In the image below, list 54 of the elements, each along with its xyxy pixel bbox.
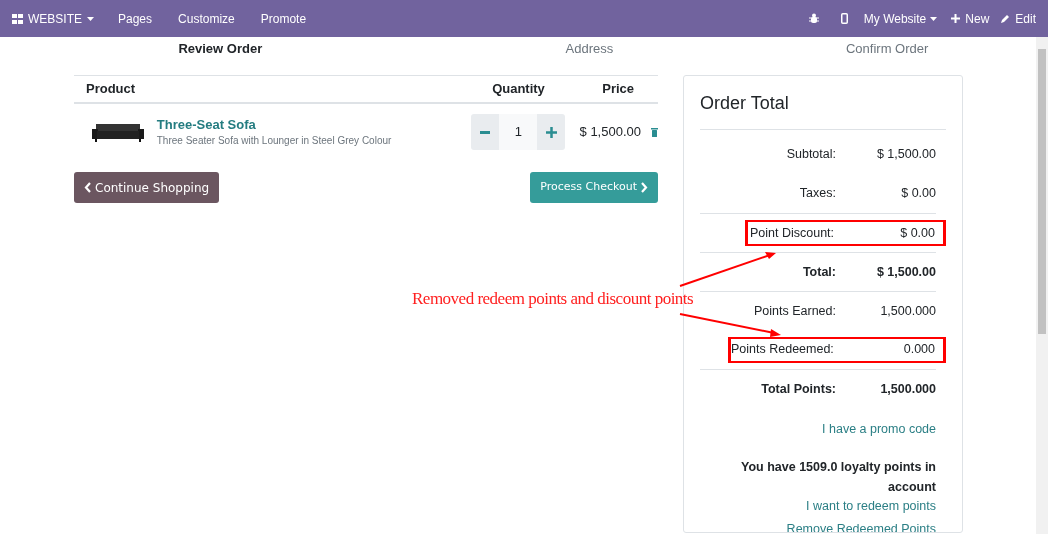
process-checkout-button[interactable]: Process Checkout xyxy=(530,172,658,203)
summary-value: 1,500.000 xyxy=(880,380,936,398)
summary-value: $ 0.00 xyxy=(901,185,936,203)
mobile-icon[interactable] xyxy=(840,13,848,24)
column-header: Price xyxy=(602,81,635,97)
remove-redeemed-points-link[interactable]: Remove Redeemed Points xyxy=(786,520,936,532)
summary-value: $ 1,500.00 xyxy=(876,263,936,281)
order-total-title: Order Total xyxy=(700,90,946,130)
column-header: Product xyxy=(86,81,136,97)
summary-label: Total Points: xyxy=(761,380,836,398)
increase-quantity-button[interactable] xyxy=(537,114,566,150)
summary-value: 1,500.000 xyxy=(880,302,936,320)
summary-label: Points Earned: xyxy=(754,302,836,320)
minus-icon xyxy=(480,130,491,134)
quantity-input[interactable]: 1 xyxy=(499,114,538,150)
bug-icon[interactable] xyxy=(808,13,819,24)
new-button[interactable]: New xyxy=(951,9,990,28)
checkout-step: Review Order xyxy=(178,41,263,57)
annotation-text: Removed redeem points and discount points xyxy=(412,288,694,310)
website-dropdown[interactable]: My Website xyxy=(863,9,938,28)
redeem-points-link[interactable]: I want to redeem points xyxy=(806,496,936,515)
website-menu[interactable]: WEBSITE xyxy=(12,9,94,28)
summary-value: $ 1,500.00 xyxy=(876,146,936,164)
chevron-right-icon xyxy=(641,182,648,193)
edit-button[interactable]: Edit xyxy=(1001,9,1036,28)
chevron-left-icon xyxy=(84,182,91,193)
promo-code-link[interactable]: I have a promo code xyxy=(822,420,936,439)
product-description: Three Seater Sofa with Lounger in Steel Grey Colour xyxy=(156,134,393,148)
trash-icon[interactable] xyxy=(651,127,658,137)
column-header: Quantity xyxy=(492,81,545,97)
caret-icon xyxy=(87,16,94,21)
product-name-link[interactable]: Three-Seat Sofa xyxy=(156,116,459,133)
summary-value: 0.000 xyxy=(903,341,935,359)
summary-label: Taxes: xyxy=(799,185,836,203)
price-text: $ 1,500.00 xyxy=(579,123,641,142)
checkout-step: Address xyxy=(565,41,614,57)
nav-link[interactable]: Promote xyxy=(260,9,307,28)
sofa-image xyxy=(92,121,144,143)
summary-label: Total: xyxy=(802,263,836,281)
caret-icon xyxy=(930,16,938,21)
decrease-quantity-button[interactable] xyxy=(471,114,500,150)
nav-link[interactable]: Pages xyxy=(118,9,153,28)
summary-label: Point Discount: xyxy=(750,224,835,242)
pencil-icon xyxy=(1001,14,1011,23)
plus-icon xyxy=(546,126,557,138)
summary-label: Subtotal: xyxy=(786,146,836,164)
summary-label: Points Redeemed: xyxy=(731,341,834,359)
loyalty-points-text: You have 1509.0 loyalty points in account xyxy=(740,458,936,496)
summary-value: $ 0.00 xyxy=(900,224,935,242)
continue-shopping-button[interactable]: Continue Shopping xyxy=(74,172,220,203)
checkout-step: Confirm Order xyxy=(845,41,929,57)
grid-icon xyxy=(12,13,23,24)
plus-icon xyxy=(951,14,961,23)
nav-link[interactable]: Customize xyxy=(178,9,235,28)
